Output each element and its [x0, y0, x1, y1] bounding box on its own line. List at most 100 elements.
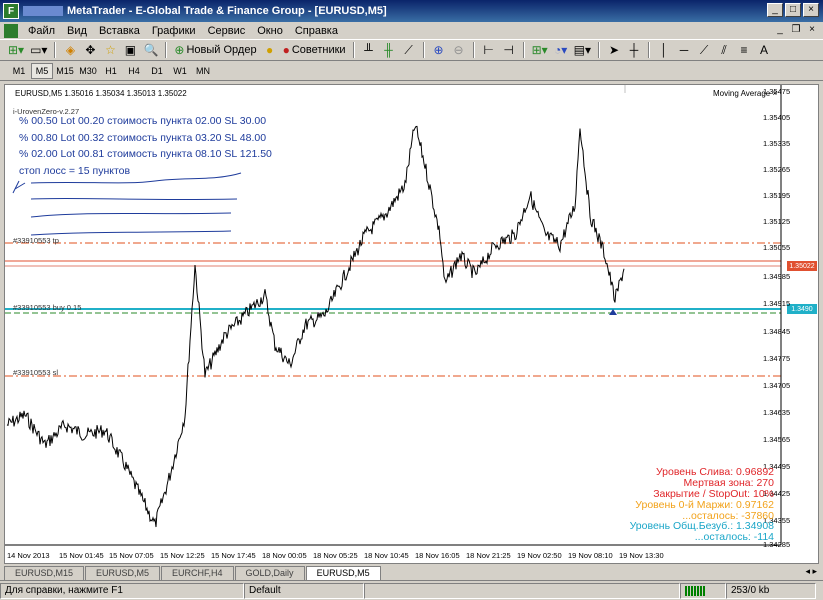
horizontal-line-icon[interactable]: ─ — [675, 41, 693, 59]
zoom-in-icon[interactable]: ⊕ — [430, 41, 448, 59]
indicator-arrow-icon — [12, 180, 26, 194]
crosshair-icon[interactable]: ┼ — [625, 41, 643, 59]
y-tick: 1.34915 — [763, 299, 791, 308]
profile-name[interactable]: Default — [244, 582, 364, 599]
y-tick: 1.34985 — [763, 272, 791, 281]
terminal-icon[interactable]: ▣ — [121, 41, 139, 59]
navigator-icon[interactable]: ✥ — [81, 41, 99, 59]
auto-scroll-icon[interactable]: ⊢ — [480, 41, 498, 59]
strategy-tester-icon[interactable]: 🔍 — [141, 41, 160, 59]
price-bars — [6, 125, 625, 528]
mdi-close-button[interactable]: × — [805, 23, 819, 36]
x-tick: 18 Nov 16:05 — [415, 551, 460, 560]
symbol-info: EURUSD,M5 1.35016 1.35034 1.35013 1.3502… — [15, 89, 187, 98]
drain-block: Уровень Слива: 0.96892 Мертвая зона: 270… — [653, 467, 774, 500]
breakeven-left: ...осталось: -114 — [694, 531, 774, 543]
margin-block: Уровень 0-й Маржи: 0.97162 ...осталось: … — [635, 500, 774, 522]
menu-tools[interactable]: Сервис — [202, 25, 252, 37]
periods-icon[interactable]: ◔▾ — [552, 41, 570, 59]
timeframe-m30[interactable]: M30 — [77, 63, 99, 79]
channel-icon[interactable]: ⫽ — [715, 41, 733, 59]
vertical-line-icon[interactable]: │ — [655, 41, 673, 59]
help-hint: Для справки, нажмите F1 — [0, 582, 244, 599]
chart-tabs: EURUSD,M15 EURUSD,M5 EURCHF,H4 GOLD,Dail… — [0, 564, 823, 580]
profiles-icon[interactable]: ▭▾ — [28, 41, 49, 59]
timeframe-m1[interactable]: M1 — [8, 63, 30, 79]
y-tick: 1.35405 — [763, 113, 791, 122]
minimize-button[interactable]: _ — [767, 3, 783, 17]
x-tick: 15 Nov 12:25 — [160, 551, 205, 560]
x-tick: 19 Nov 13:30 — [619, 551, 664, 560]
timeframe-m15[interactable]: M15 — [54, 63, 76, 79]
y-tick: 1.34565 — [763, 435, 791, 444]
x-tick: 18 Nov 21:25 — [466, 551, 511, 560]
standard-toolbar: ⊞▾ ▭▾ ◈ ✥ ☆ ▣ 🔍 ⊕ Новый Ордер ● ● Советник… — [0, 39, 823, 61]
traffic-counter: 253/0 kb — [726, 582, 816, 599]
y-tick: 1.35475 — [763, 87, 791, 96]
advisors-button[interactable]: ● Советники — [281, 41, 348, 59]
toolbar-separator — [522, 42, 525, 58]
menu-help[interactable]: Справка — [289, 25, 344, 37]
sl-tag: #33910553 sl — [13, 368, 59, 377]
app-menu-icon[interactable] — [4, 23, 18, 38]
breakeven-block: Уровень Общ.Безуб.: 1.34908 ...осталось:… — [630, 521, 774, 543]
info-line-2: % 00.80 Lot 00.32 стоимость пункта 03.20… — [19, 132, 267, 144]
favorites-icon[interactable]: ☆ — [101, 41, 119, 59]
text-icon[interactable]: A — [755, 41, 773, 59]
advisors-label: Советники — [291, 44, 346, 56]
toolbar-separator — [352, 42, 355, 58]
tab-eurchf-h4[interactable]: EURCHF,H4 — [161, 566, 234, 580]
menu-charts[interactable]: Графики — [146, 25, 202, 37]
tab-eurusd-m5-active[interactable]: EURUSD,M5 — [305, 566, 381, 580]
close-button[interactable]: × — [803, 3, 819, 17]
zoom-out-icon[interactable]: ⊖ — [450, 41, 468, 59]
market-watch-icon[interactable]: ◈ — [61, 41, 79, 59]
timeframe-m5[interactable]: M5 — [31, 62, 53, 79]
tab-eurusd-m15[interactable]: EURUSD,M15 — [4, 566, 85, 580]
y-tick: 1.34635 — [763, 408, 791, 417]
menu-insert[interactable]: Вставка — [93, 25, 146, 37]
candlestick-icon[interactable]: ╫ — [380, 41, 398, 59]
tab-scroll-arrows-icon[interactable]: ◂ ▸ — [805, 566, 817, 577]
new-chart-icon[interactable]: ⊞▾ — [6, 41, 26, 59]
toolbar-separator — [598, 42, 601, 58]
tab-gold-daily[interactable]: GOLD,Daily — [234, 566, 305, 580]
x-tick: 15 Nov 07:05 — [109, 551, 154, 560]
bar-chart-icon[interactable]: ╨ — [360, 41, 378, 59]
x-tick: 18 Nov 10:45 — [364, 551, 409, 560]
menu-window[interactable]: Окно — [251, 25, 289, 37]
new-order-button[interactable]: ⊕ Новый Ордер — [172, 41, 258, 59]
maximize-button[interactable]: □ — [785, 3, 801, 17]
mdi-restore-button[interactable]: ❐ — [789, 23, 803, 36]
mdi-minimize-button[interactable]: _ — [773, 23, 787, 36]
timeframe-h4[interactable]: H4 — [123, 63, 145, 79]
y-tick: 1.34705 — [763, 381, 791, 390]
status-bar: Для справки, нажмите F1 Default 253/0 kb — [0, 580, 823, 600]
indicator-curve-2 — [30, 197, 238, 201]
timeframe-h1[interactable]: H1 — [100, 63, 122, 79]
timeframe-mn[interactable]: MN — [192, 63, 214, 79]
tab-eurusd-m5[interactable]: EURUSD,M5 — [85, 566, 161, 580]
timeframe-w1[interactable]: W1 — [169, 63, 191, 79]
chart-window[interactable]: EURUSD,M5 1.35016 1.35034 1.35013 1.3502… — [4, 84, 819, 564]
cursor-icon[interactable]: ➤ — [605, 41, 623, 59]
trendline-icon[interactable]: ⟋ — [695, 41, 713, 59]
info-icon[interactable]: ● — [261, 41, 279, 59]
x-tick: 15 Nov 01:45 — [59, 551, 104, 560]
chart-shift-icon[interactable]: ⊣ — [500, 41, 518, 59]
indicators-icon[interactable]: ⊞▾ — [530, 41, 550, 59]
buy-price-box: 1.3490 — [787, 304, 817, 314]
x-tick: 15 Nov 17:45 — [211, 551, 256, 560]
timeframe-d1[interactable]: D1 — [146, 63, 168, 79]
menu-file[interactable]: Файл — [22, 25, 61, 37]
templates-icon[interactable]: ▤▾ — [572, 41, 593, 59]
y-tick: 1.34845 — [763, 327, 791, 336]
x-tick: 19 Nov 02:50 — [517, 551, 562, 560]
fibonacci-icon[interactable]: ≡ — [735, 41, 753, 59]
line-chart-icon[interactable]: ⟋ — [400, 41, 418, 59]
info-line-4: стоп лосс = 15 пунктов — [19, 165, 131, 177]
menu-view[interactable]: Вид — [61, 25, 93, 37]
toolbar-separator — [472, 42, 475, 58]
connection-bars-icon — [680, 582, 726, 599]
new-order-icon: ⊕ — [174, 43, 185, 57]
